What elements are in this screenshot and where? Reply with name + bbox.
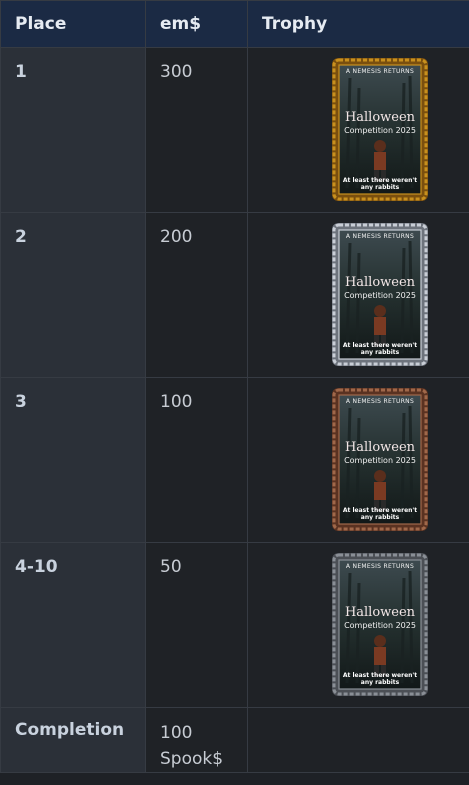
table-row: 3 100 A NEMESIS RETURNS Halloween Competit…	[0, 377, 469, 543]
trophy-tagline: At least there weren't any rabbits	[332, 507, 428, 521]
place-cell: 2	[0, 212, 146, 378]
trophy-top-text: A NEMESIS RETURNS	[345, 563, 415, 570]
trophy-tagline-2: any rabbits	[360, 679, 400, 686]
ems-cell: 200	[145, 212, 248, 378]
table-row: 4-10 50 A NEMESIS RETURNS Halloween Compet…	[0, 542, 469, 708]
place-cell: 3	[0, 377, 146, 543]
trophy-subtitle: Competition 2025	[344, 126, 416, 135]
header-place: Place	[0, 0, 146, 48]
trophy-cell: A NEMESIS RETURNS Halloween Competition 20…	[247, 377, 469, 543]
trophy-top-text: A NEMESIS RETURNS	[345, 398, 415, 405]
place-cell: 1	[0, 47, 146, 213]
header-ems: em$	[145, 0, 248, 48]
header-row: Place em$ Trophy	[0, 0, 469, 48]
trophy-subtitle: Competition 2025	[344, 456, 416, 465]
table-row: 1 300 A NEMESIS RETURNS Halloween Competit…	[0, 47, 469, 213]
trophy-tagline: At least there weren't any rabbits	[332, 177, 428, 191]
ems-currency: Spook$	[160, 749, 224, 769]
trophy-tagline-1: At least there weren't	[342, 507, 418, 514]
table-body: 1 300 A NEMESIS RETURNS Halloween Competit…	[0, 47, 469, 773]
trophy-tagline-2: any rabbits	[360, 349, 400, 356]
trophy-title: Halloween	[344, 110, 416, 125]
trophy-title: Halloween	[344, 275, 416, 290]
trophy-image: A NEMESIS RETURNS Halloween Competition 20…	[332, 58, 428, 201]
trophy-cell: A NEMESIS RETURNS Halloween Competition 20…	[247, 212, 469, 378]
trophy-card: A NEMESIS RETURNS Halloween Competition 20…	[332, 223, 428, 366]
trophy-tagline: At least there weren't any rabbits	[332, 342, 428, 356]
table-row: Completion 100 Spook$	[0, 707, 469, 773]
trophy-tagline-1: At least there weren't	[342, 672, 418, 679]
place-cell: Completion	[0, 707, 146, 773]
trophy-tagline: At least there weren't any rabbits	[332, 672, 428, 686]
trophy-title: Halloween	[344, 605, 416, 620]
place-cell: 4-10	[0, 542, 146, 708]
trophy-image: A NEMESIS RETURNS Halloween Competition 20…	[332, 223, 428, 366]
trophy-subtitle: Competition 2025	[344, 291, 416, 300]
trophy-title: Halloween	[344, 440, 416, 455]
trophy-top-text: A NEMESIS RETURNS	[345, 233, 415, 240]
trophy-card: A NEMESIS RETURNS Halloween Competition 20…	[332, 553, 428, 696]
ems-cell: 300	[145, 47, 248, 213]
trophy-tagline-2: any rabbits	[360, 514, 400, 521]
trophy-cell: A NEMESIS RETURNS Halloween Competition 20…	[247, 542, 469, 708]
ems-cell: 100	[145, 377, 248, 543]
table-row: 2 200 A NEMESIS RETURNS Halloween Competit…	[0, 212, 469, 378]
table-header: Place em$ Trophy	[0, 0, 469, 48]
trophy-tagline-2: any rabbits	[360, 184, 400, 191]
trophy-top-text: A NEMESIS RETURNS	[345, 68, 415, 75]
trophy-tagline-1: At least there weren't	[342, 342, 418, 349]
rewards-table: Place em$ Trophy 1 300 A NEMESIS RETURNS…	[0, 0, 469, 773]
trophy-subtitle: Competition 2025	[344, 621, 416, 630]
ems-amount: 100	[160, 723, 193, 743]
ems-cell: 100 Spook$	[145, 707, 248, 773]
ems-cell: 50	[145, 542, 248, 708]
trophy-tagline-1: At least there weren't	[342, 177, 418, 184]
trophy-cell: A NEMESIS RETURNS Halloween Competition 20…	[247, 47, 469, 213]
trophy-card: A NEMESIS RETURNS Halloween Competition 20…	[332, 388, 428, 531]
trophy-image: A NEMESIS RETURNS Halloween Competition 20…	[332, 388, 428, 531]
header-trophy: Trophy	[247, 0, 469, 48]
trophy-cell-empty	[247, 707, 469, 773]
trophy-image: A NEMESIS RETURNS Halloween Competition 20…	[332, 553, 428, 696]
trophy-card: A NEMESIS RETURNS Halloween Competition 20…	[332, 58, 428, 201]
